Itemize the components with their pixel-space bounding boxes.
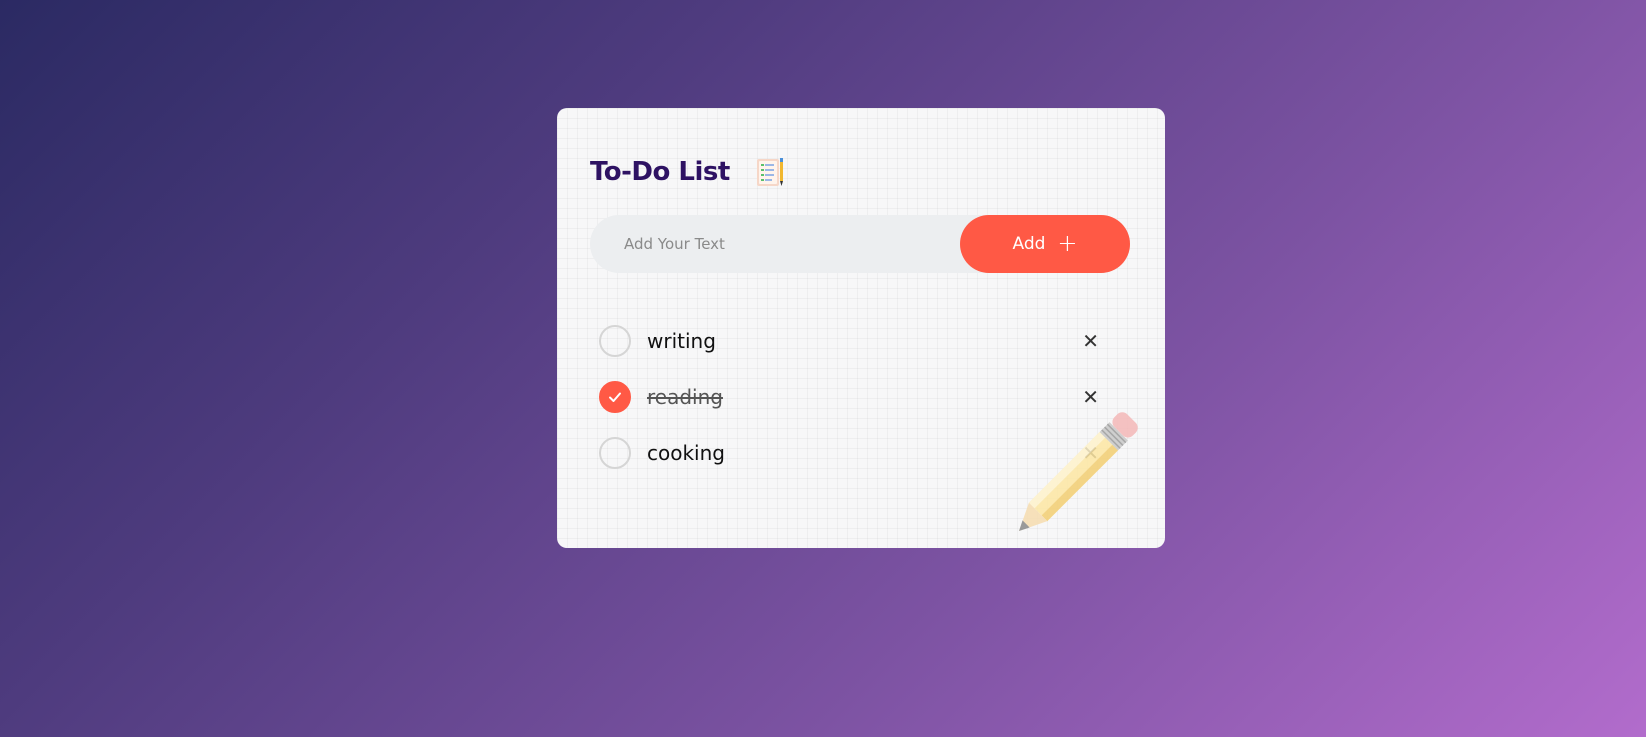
task-input[interactable] bbox=[590, 215, 970, 273]
checkbox[interactable] bbox=[599, 437, 631, 469]
list-item[interactable]: writing ✕ bbox=[599, 313, 1119, 369]
todo-text: writing bbox=[647, 329, 716, 353]
header: To-Do List bbox=[590, 156, 786, 188]
notepad-icon bbox=[754, 156, 786, 188]
checkmark-icon bbox=[609, 392, 621, 402]
checkbox-checked[interactable] bbox=[599, 381, 631, 413]
add-button-label: Add bbox=[1012, 234, 1046, 254]
add-button[interactable]: Add + bbox=[960, 215, 1130, 273]
plus-icon: + bbox=[1057, 229, 1078, 257]
add-task-row: Add + bbox=[590, 215, 1130, 273]
page-title: To-Do List bbox=[590, 157, 730, 187]
close-icon[interactable]: ✕ bbox=[1082, 441, 1099, 465]
close-icon[interactable]: ✕ bbox=[1082, 385, 1099, 409]
list-item[interactable]: reading ✕ bbox=[599, 369, 1119, 425]
todo-card: To-Do List Add + bbox=[557, 108, 1165, 548]
checkbox[interactable] bbox=[599, 325, 631, 357]
todo-text: reading bbox=[647, 385, 723, 409]
todo-list: writing ✕ reading ✕ cooking ✕ bbox=[599, 313, 1119, 481]
todo-text: cooking bbox=[647, 441, 725, 465]
list-item[interactable]: cooking ✕ bbox=[599, 425, 1119, 481]
close-icon[interactable]: ✕ bbox=[1082, 329, 1099, 353]
